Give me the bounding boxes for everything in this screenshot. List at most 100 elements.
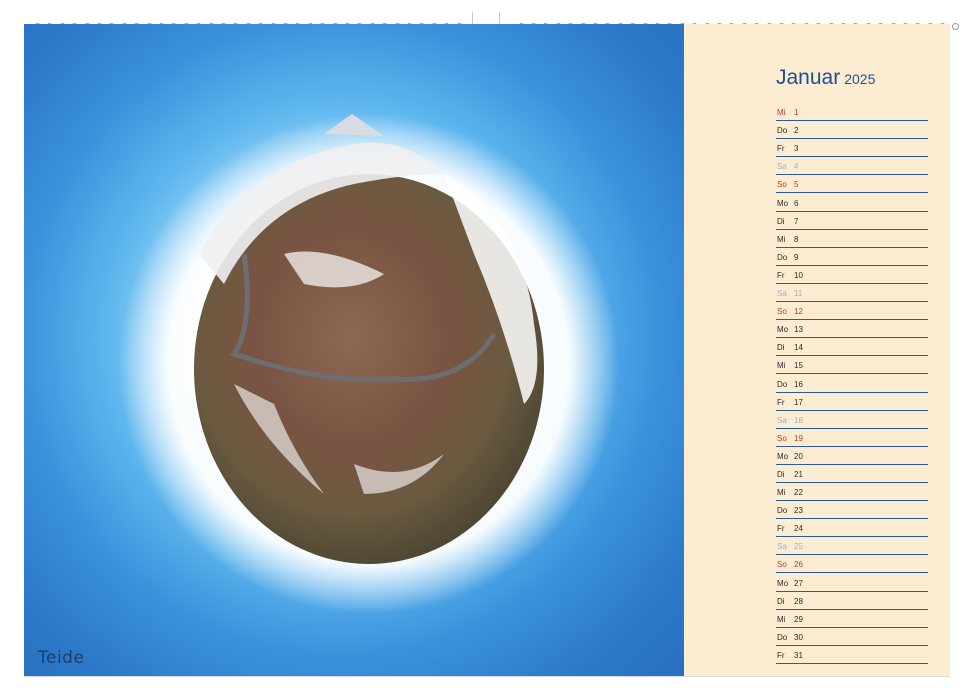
day-number: 8	[794, 234, 799, 244]
weekday-label: Fr	[777, 524, 785, 534]
day-row: Do 2	[776, 121, 928, 140]
day-number: 31	[794, 650, 803, 660]
day-row: Mo 13	[776, 320, 928, 339]
weekday-label: Do	[777, 252, 788, 262]
day-row: So 19	[776, 429, 928, 447]
day-number: 3	[794, 144, 799, 154]
day-row: Sa 18	[776, 411, 928, 429]
day-number: 27	[794, 578, 803, 588]
day-number: 24	[794, 524, 803, 534]
day-row: Fr 3	[776, 139, 928, 158]
day-number: 7	[794, 216, 799, 226]
weekday-label: Mo	[777, 198, 789, 208]
day-row: So 12	[776, 302, 928, 321]
tiny-planet-photo: Teide	[24, 24, 684, 676]
day-number: 20	[794, 451, 803, 461]
day-number: 10	[794, 270, 803, 280]
weekday-label: Mo	[777, 578, 789, 588]
weekday-label: Do	[777, 126, 788, 136]
weekday-label: Di	[777, 469, 785, 479]
day-row: Do 30	[776, 628, 928, 646]
weekday-label: Fr	[777, 650, 785, 660]
weekday-label: So	[777, 180, 787, 190]
day-number: 19	[794, 433, 803, 443]
day-number: 5	[794, 180, 799, 190]
weekday-label: So	[777, 433, 787, 443]
day-number: 11	[794, 289, 803, 299]
day-row: Mi 29	[776, 610, 928, 628]
day-number: 6	[794, 198, 799, 208]
day-row: Do 23	[776, 501, 928, 520]
weekday-label: Mi	[777, 488, 786, 498]
day-row: Di 21	[776, 465, 928, 483]
weekday-label: Mo	[777, 325, 789, 335]
planet-illustration	[119, 114, 619, 614]
day-number: 12	[794, 307, 803, 317]
weekday-label: Mi	[777, 108, 786, 118]
day-number: 4	[794, 162, 799, 172]
weekday-label: So	[777, 560, 787, 570]
weekday-label: Di	[777, 216, 785, 226]
weekday-label: Fr	[777, 270, 785, 280]
weekday-label: Sa	[777, 542, 787, 552]
weekday-label: Sa	[777, 162, 787, 172]
day-number: 21	[794, 469, 803, 479]
calendar-panel: Januar 2025 Mi 1 Do 2 Fr 3 Sa 4 So 5 Mo 6 Di 7 Mi 8 Do 9 Fr…	[684, 24, 950, 676]
weekday-label: Do	[777, 379, 788, 389]
bottom-edge	[24, 676, 950, 677]
photo-caption: Teide	[38, 648, 85, 668]
day-number: 30	[794, 632, 803, 642]
weekday-label: Sa	[777, 415, 787, 425]
day-number: 9	[794, 252, 799, 262]
day-row: Di 28	[776, 592, 928, 610]
weekday-label: Di	[777, 596, 785, 606]
month-title: Januar 2025	[776, 66, 875, 90]
weekday-label: Do	[777, 632, 788, 642]
day-row: Mo 27	[776, 573, 928, 592]
day-number: 16	[794, 379, 803, 389]
weekday-label: Mo	[777, 451, 789, 461]
day-row: Fr 24	[776, 519, 928, 538]
day-number: 1	[794, 108, 799, 118]
weekday-label: Di	[777, 343, 785, 353]
day-number: 28	[794, 596, 803, 606]
day-number: 17	[794, 397, 803, 407]
day-row: Fr 10	[776, 266, 928, 284]
day-number: 13	[794, 325, 803, 335]
weekday-label: So	[777, 307, 787, 317]
year-label: 2025	[844, 71, 876, 87]
day-row: So 26	[776, 555, 928, 574]
weekday-label: Do	[777, 506, 788, 516]
weekday-label: Mi	[777, 361, 786, 371]
day-number: 29	[794, 614, 803, 624]
day-number: 18	[794, 415, 803, 425]
month-name: Januar	[776, 66, 841, 89]
day-row: Mi 22	[776, 483, 928, 502]
day-number: 15	[794, 361, 803, 371]
day-row: Mo 6	[776, 193, 928, 212]
day-row: Do 16	[776, 374, 928, 393]
day-row: Mi 8	[776, 230, 928, 248]
binding-ring	[951, 23, 959, 30]
weekday-label: Fr	[777, 397, 785, 407]
day-number: 25	[794, 542, 803, 552]
day-number: 14	[794, 343, 803, 353]
day-row: Do 9	[776, 248, 928, 266]
weekday-label: Mi	[777, 234, 786, 244]
day-number: 2	[794, 126, 799, 136]
day-list: Mi 1 Do 2 Fr 3 Sa 4 So 5 Mo 6 Di 7 Mi 8 Do 9 Fr 10 Sa 11 So 12 M…	[776, 103, 928, 664]
day-row: Di 7	[776, 212, 928, 230]
spiral-binding	[0, 0, 971, 37]
day-row: Fr 17	[776, 393, 928, 411]
weekday-label: Mi	[777, 614, 786, 624]
day-row: Fr 31	[776, 646, 928, 664]
day-number: 26	[794, 560, 803, 570]
day-row: Di 14	[776, 338, 928, 357]
day-row: Mo 20	[776, 447, 928, 465]
day-number: 22	[794, 488, 803, 498]
weekday-label: Fr	[777, 144, 785, 154]
day-row: Mi 1	[776, 103, 928, 122]
day-row: So 5	[776, 175, 928, 194]
day-row: Mi 15	[776, 356, 928, 375]
day-row: Sa 4	[776, 157, 928, 176]
